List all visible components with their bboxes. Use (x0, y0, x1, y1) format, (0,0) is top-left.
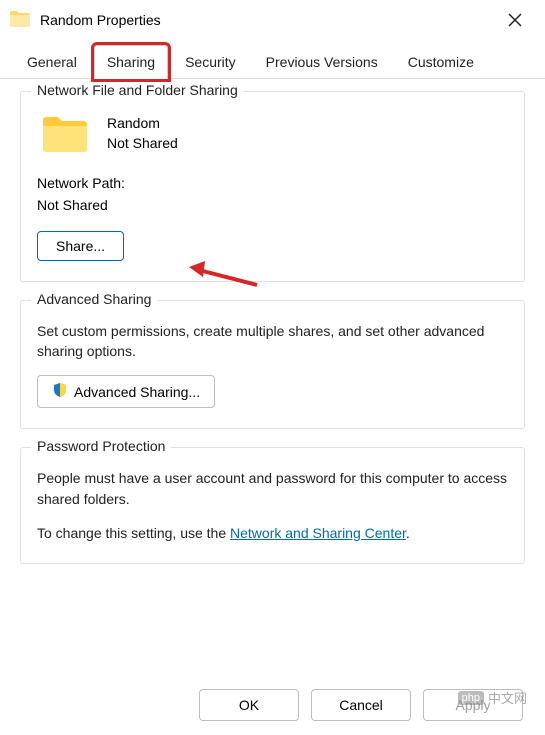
tab-sharing[interactable]: Sharing (94, 45, 168, 79)
network-sharing-legend: Network File and Folder Sharing (31, 82, 244, 98)
password-protection-text-2: To change this setting, use the Network … (37, 523, 508, 543)
pp-line2-suffix: . (406, 525, 410, 541)
pp-line2-prefix: To change this setting, use the (37, 525, 230, 541)
watermark-badge: php (458, 691, 484, 705)
advanced-sharing-description: Set custom permissions, create multiple … (37, 321, 508, 362)
folder-info-row: Random Not Shared (37, 108, 508, 168)
title-bar: Random Properties (0, 0, 545, 40)
tab-previous-versions[interactable]: Previous Versions (253, 45, 391, 79)
network-path-value: Not Shared (37, 194, 508, 216)
network-path: Network Path: Not Shared (37, 172, 508, 217)
window-title: Random Properties (40, 12, 495, 28)
advanced-sharing-group: Advanced Sharing Set custom permissions,… (20, 300, 525, 430)
share-button[interactable]: Share... (37, 231, 124, 261)
tab-customize[interactable]: Customize (395, 45, 487, 79)
tab-general[interactable]: General (14, 45, 90, 79)
shield-icon (52, 382, 68, 401)
advanced-sharing-button-label: Advanced Sharing... (74, 384, 200, 400)
tab-security[interactable]: Security (172, 45, 249, 79)
password-protection-group: Password Protection People must have a u… (20, 447, 525, 564)
folder-share-status: Not Shared (107, 134, 178, 154)
annotation-arrow (181, 257, 261, 297)
folder-large-icon (41, 114, 89, 154)
password-protection-text-1: People must have a user account and pass… (37, 468, 508, 509)
watermark: php 中文网 (458, 688, 527, 707)
ok-button[interactable]: OK (199, 689, 299, 721)
folder-name: Random (107, 114, 178, 134)
close-button[interactable] (495, 13, 535, 27)
network-path-label: Network Path: (37, 172, 508, 194)
network-sharing-group: Network File and Folder Sharing Random N… (20, 91, 525, 282)
tab-content: Network File and Folder Sharing Random N… (0, 79, 545, 564)
close-icon (508, 13, 522, 27)
watermark-text: 中文网 (488, 688, 527, 707)
password-protection-legend: Password Protection (31, 438, 171, 454)
advanced-sharing-button[interactable]: Advanced Sharing... (37, 375, 215, 408)
cancel-button[interactable]: Cancel (311, 689, 411, 721)
network-sharing-center-link[interactable]: Network and Sharing Center (230, 525, 406, 541)
folder-icon (10, 11, 30, 30)
folder-info-text: Random Not Shared (107, 114, 178, 153)
advanced-sharing-legend: Advanced Sharing (31, 291, 157, 307)
tab-strip: General Sharing Security Previous Versio… (0, 40, 545, 79)
